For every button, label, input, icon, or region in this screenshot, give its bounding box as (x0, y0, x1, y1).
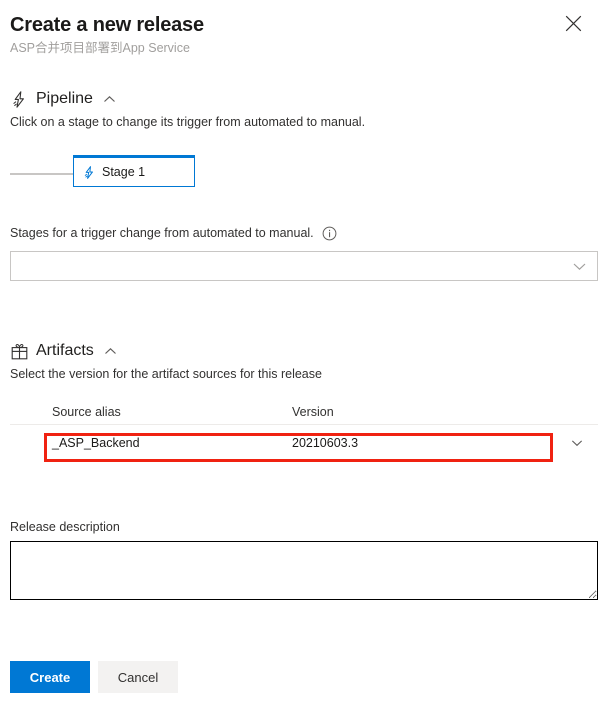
close-icon (565, 15, 582, 35)
artifacts-package-icon (10, 342, 28, 360)
table-row[interactable]: _ASP_Backend 20210603.3 (10, 425, 598, 460)
cancel-button[interactable]: Cancel (98, 661, 178, 693)
stage-lightning-icon (82, 165, 96, 179)
artifacts-section: Artifacts Select the version for the art… (10, 340, 598, 383)
create-button[interactable]: Create (10, 661, 90, 693)
trigger-stages-select[interactable] (10, 251, 598, 281)
artifacts-section-header[interactable]: Artifacts (10, 340, 598, 362)
cell-source-alias: _ASP_Backend (52, 435, 140, 450)
release-description-label: Release description (10, 520, 120, 534)
dialog-footer: Create Cancel (10, 661, 178, 693)
chevron-up-icon[interactable] (103, 93, 116, 106)
page-subtitle: ASP合并项目部署到App Service (10, 41, 190, 55)
stage-card-label: Stage 1 (102, 165, 146, 179)
trigger-change-section: Stages for a trigger change from automat… (10, 224, 598, 281)
pipeline-lightning-icon (10, 90, 28, 108)
trigger-label-row: Stages for a trigger change from automat… (10, 224, 598, 242)
dialog-header: Create a new release ASP合并项目部署到App Servi… (10, 0, 598, 57)
pipeline-section: Pipeline Click on a stage to change its … (10, 88, 598, 131)
stage-card-stage-1[interactable]: Stage 1 (73, 155, 195, 187)
artifacts-section-title: Artifacts (36, 342, 94, 359)
trigger-label: Stages for a trigger change from automat… (10, 226, 314, 240)
stage-connector-line (10, 173, 73, 175)
release-description-input[interactable] (10, 541, 598, 600)
pipeline-stage-strip: Stage 1 (10, 155, 598, 197)
pipeline-section-title: Pipeline (36, 90, 93, 107)
chevron-down-icon[interactable] (572, 259, 587, 274)
release-description-section: Release description (10, 518, 598, 600)
table-header-row: Source alias Version (10, 400, 598, 425)
column-header-version: Version (292, 405, 334, 419)
artifacts-table: Source alias Version _ASP_Backend 202106… (10, 400, 598, 462)
page-title: Create a new release (10, 14, 204, 36)
close-button[interactable] (558, 10, 588, 40)
artifacts-section-description: Select the version for the artifact sour… (10, 367, 322, 381)
chevron-down-icon[interactable] (570, 436, 584, 450)
cell-version: 20210603.3 (292, 435, 359, 450)
info-icon[interactable] (322, 226, 337, 241)
chevron-up-icon[interactable] (104, 345, 117, 358)
column-header-source-alias: Source alias (52, 405, 121, 419)
pipeline-section-header[interactable]: Pipeline (10, 88, 598, 110)
create-release-dialog: Create a new release ASP合并项目部署到App Servi… (0, 0, 608, 701)
pipeline-section-description: Click on a stage to change its trigger f… (10, 115, 366, 129)
